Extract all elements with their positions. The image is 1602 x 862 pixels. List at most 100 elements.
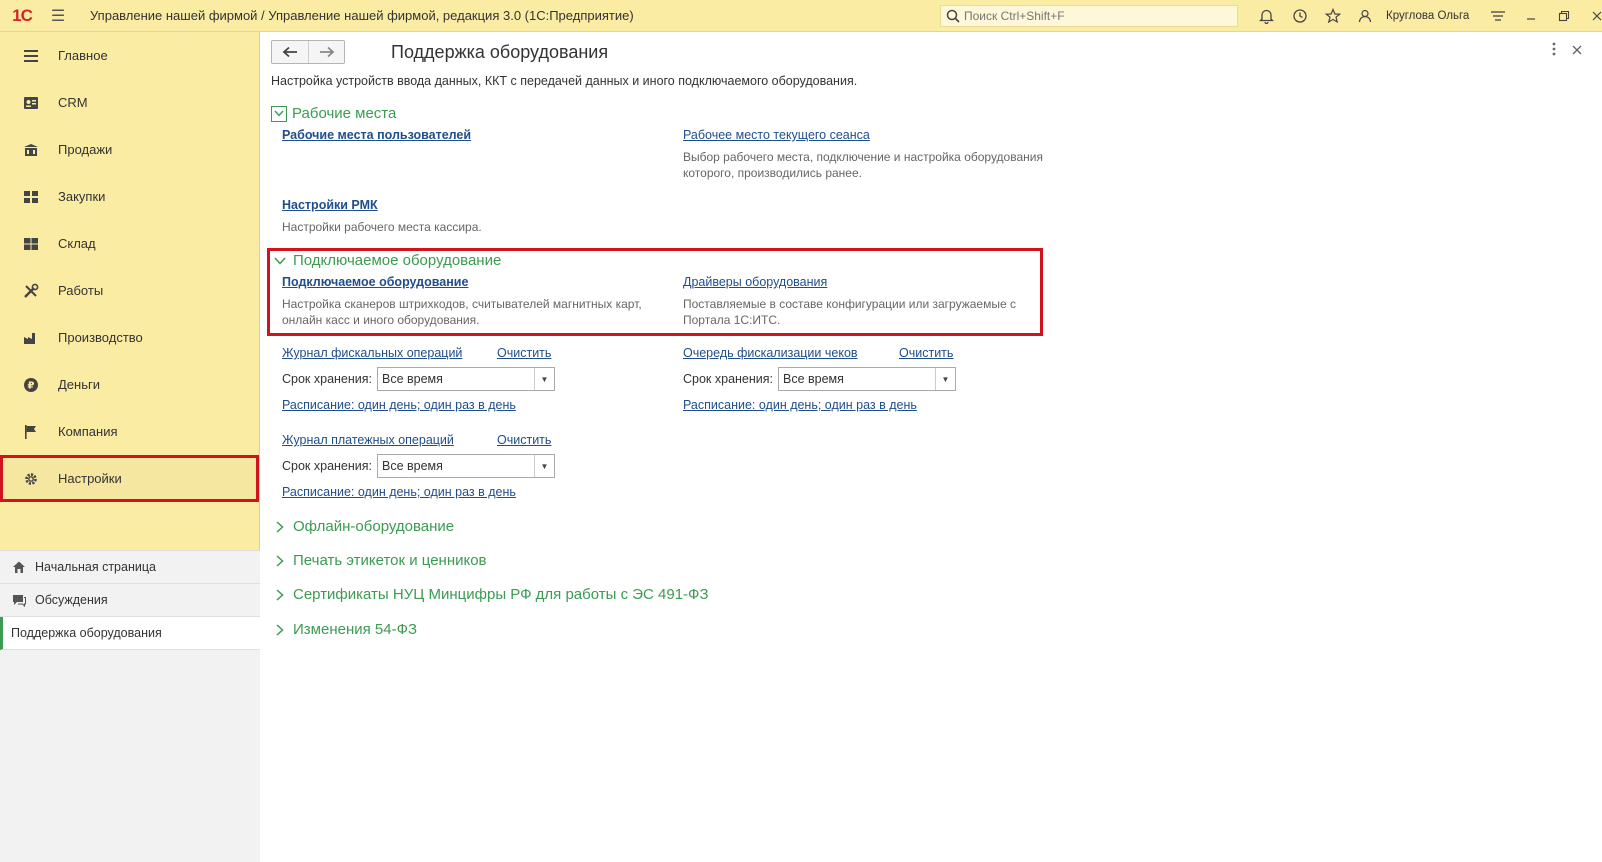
sidebar-item-label: Главное	[58, 48, 108, 63]
payment-log-schedule-link[interactable]: Расписание: один день; один раз в день	[282, 485, 516, 499]
menu-icon	[22, 47, 40, 65]
select-value: Все время	[382, 459, 443, 473]
dropdown-arrow-icon[interactable]: ▼	[534, 455, 554, 477]
current-workplace-note: Выбор рабочего места, подключение и наст…	[683, 150, 1043, 180]
rmk-settings-note: Настройки рабочего места кассира.	[282, 220, 482, 234]
sidebar-item-money[interactable]: ₽ Деньги	[0, 361, 259, 408]
users-icon[interactable]	[1349, 0, 1382, 32]
group-label-printing-header[interactable]: Печать этикеток и ценников	[273, 552, 487, 569]
sidebar-item-purchases[interactable]: Закупки	[0, 173, 259, 220]
fiscal-log-link[interactable]: Журнал фискальных операций	[282, 346, 462, 360]
payment-log-link[interactable]: Журнал платежных операций	[282, 433, 454, 447]
group-certificates-header[interactable]: Сертификаты НУЦ Минцифры РФ для работы с…	[273, 586, 709, 603]
sidebar-item-crm[interactable]: CRM	[0, 79, 259, 126]
user-workplaces-link[interactable]: Рабочие места пользователей	[282, 128, 471, 142]
fiscal-queue-storage-select[interactable]: Все время ▼	[778, 367, 956, 391]
sidebar-item-label: Склад	[58, 236, 96, 251]
close-window-icon[interactable]	[1580, 0, 1602, 32]
title-bar: 1С ☰ Управление нашей фирмой / Управлени…	[0, 0, 1602, 32]
settings-menu-icon[interactable]	[1481, 0, 1514, 32]
fiscal-queue-link[interactable]: Очередь фискализации чеков	[683, 346, 858, 360]
payment-log-storage-label: Срок хранения:	[282, 459, 373, 473]
group-offline-equipment-header[interactable]: Офлайн-оборудование	[273, 518, 454, 535]
chat-icon	[11, 592, 27, 608]
current-user[interactable]: Круглова Ольга	[1386, 10, 1469, 22]
star-icon[interactable]	[1316, 0, 1349, 32]
current-workplace-link[interactable]: Рабочее место текущего сеанса	[683, 128, 870, 142]
factory-icon	[22, 329, 40, 347]
sidebar-item-company[interactable]: Компания	[0, 408, 259, 455]
more-options-icon[interactable]	[1552, 42, 1556, 59]
dropdown-arrow-icon[interactable]: ▼	[534, 368, 554, 390]
payment-log-storage-select[interactable]: Все время ▼	[377, 454, 555, 478]
open-window-label: Обсуждения	[35, 593, 108, 607]
app-title: Управление нашей фирмой / Управление наш…	[90, 8, 634, 23]
sidebar-item-label: Производство	[58, 330, 143, 345]
warehouse-icon	[22, 235, 40, 253]
main-menu-icon[interactable]: ☰	[44, 0, 72, 32]
purchases-icon	[22, 188, 40, 206]
sidebar-item-main[interactable]: Главное	[0, 32, 259, 79]
group-title: Сертификаты НУЦ Минцифры РФ для работы с…	[293, 586, 709, 603]
sidebar-item-sales[interactable]: Продажи	[0, 126, 259, 173]
chevron-right-icon	[273, 554, 287, 568]
group-54fz-changes-header[interactable]: Изменения 54-ФЗ	[273, 621, 417, 638]
crm-icon	[22, 94, 40, 112]
open-window-label: Начальная страница	[35, 560, 156, 574]
sidebar-item-works[interactable]: Работы	[0, 267, 259, 314]
history-nav	[271, 40, 345, 64]
fiscal-log-schedule-link[interactable]: Расписание: один день; один раз в день	[282, 398, 516, 412]
select-value: Все время	[783, 372, 844, 386]
equipment-drivers-link[interactable]: Драйверы оборудования	[683, 275, 827, 289]
collapse-checkbox-icon	[271, 105, 287, 122]
sidebar-item-production[interactable]: Производство	[0, 314, 259, 361]
flag-icon	[22, 423, 40, 441]
group-title: Печать этикеток и ценников	[293, 552, 487, 569]
page-title: Поддержка оборудования	[391, 42, 609, 62]
fiscal-queue-clear-link[interactable]: Очистить	[899, 346, 953, 360]
open-window-label: Поддержка оборудования	[11, 626, 162, 640]
tools-icon	[22, 282, 40, 300]
rmk-settings-link[interactable]: Настройки РМК	[282, 198, 378, 212]
search-input[interactable]	[964, 9, 1224, 23]
sidebar-item-settings[interactable]: Настройки	[0, 455, 259, 502]
close-form-icon[interactable]	[1572, 42, 1582, 59]
connected-equipment-link[interactable]: Подключаемое оборудование	[282, 275, 468, 289]
fiscal-log-storage-select[interactable]: Все время ▼	[377, 367, 555, 391]
restore-icon[interactable]	[1547, 0, 1580, 32]
form-description: Настройка устройств ввода данных, ККТ с …	[271, 74, 858, 88]
app-logo[interactable]: 1С	[0, 0, 44, 32]
search-icon	[945, 8, 961, 24]
global-search[interactable]	[940, 5, 1238, 27]
sidebar-item-warehouse[interactable]: Склад	[0, 220, 259, 267]
sidebar-item-label: Закупки	[58, 189, 106, 204]
form-controls	[1552, 42, 1582, 59]
open-windows-panel: Начальная страница Обсуждения Поддержка …	[0, 550, 260, 862]
home-icon	[11, 559, 27, 575]
group-title: Изменения 54-ФЗ	[293, 621, 418, 638]
forward-button[interactable]	[308, 41, 344, 63]
group-title: Подключаемое оборудование	[293, 252, 502, 269]
minimize-icon[interactable]	[1514, 0, 1547, 32]
bell-icon[interactable]	[1250, 0, 1283, 32]
select-value: Все время	[382, 372, 443, 386]
sidebar-item-label: Продажи	[58, 142, 113, 157]
open-window-discussions[interactable]: Обсуждения	[0, 584, 260, 617]
fiscal-log-storage-label: Срок хранения:	[282, 372, 373, 386]
gear-icon	[22, 470, 40, 488]
history-icon[interactable]	[1283, 0, 1316, 32]
payment-log-clear-link[interactable]: Очистить	[497, 433, 551, 447]
open-window-equipment-support[interactable]: Поддержка оборудования	[0, 617, 260, 650]
sidebar-item-label: Деньги	[58, 377, 100, 392]
fiscal-log-clear-link[interactable]: Очистить	[497, 346, 551, 360]
back-button[interactable]	[272, 41, 308, 63]
group-title: Офлайн-оборудование	[293, 518, 455, 535]
group-workplaces-header[interactable]: Рабочие места	[271, 105, 396, 122]
dropdown-arrow-icon[interactable]: ▼	[935, 368, 955, 390]
sidebar-item-label: CRM	[58, 95, 88, 110]
logo-text: 1С	[12, 5, 33, 25]
fiscal-queue-schedule-link[interactable]: Расписание: один день; один раз в день	[683, 398, 917, 412]
group-equipment-header[interactable]: Подключаемое оборудование	[273, 252, 501, 269]
open-window-home[interactable]: Начальная страница	[0, 551, 260, 584]
sections-panel: Главное CRM Продажи Закупки Склад Работы…	[0, 32, 260, 862]
